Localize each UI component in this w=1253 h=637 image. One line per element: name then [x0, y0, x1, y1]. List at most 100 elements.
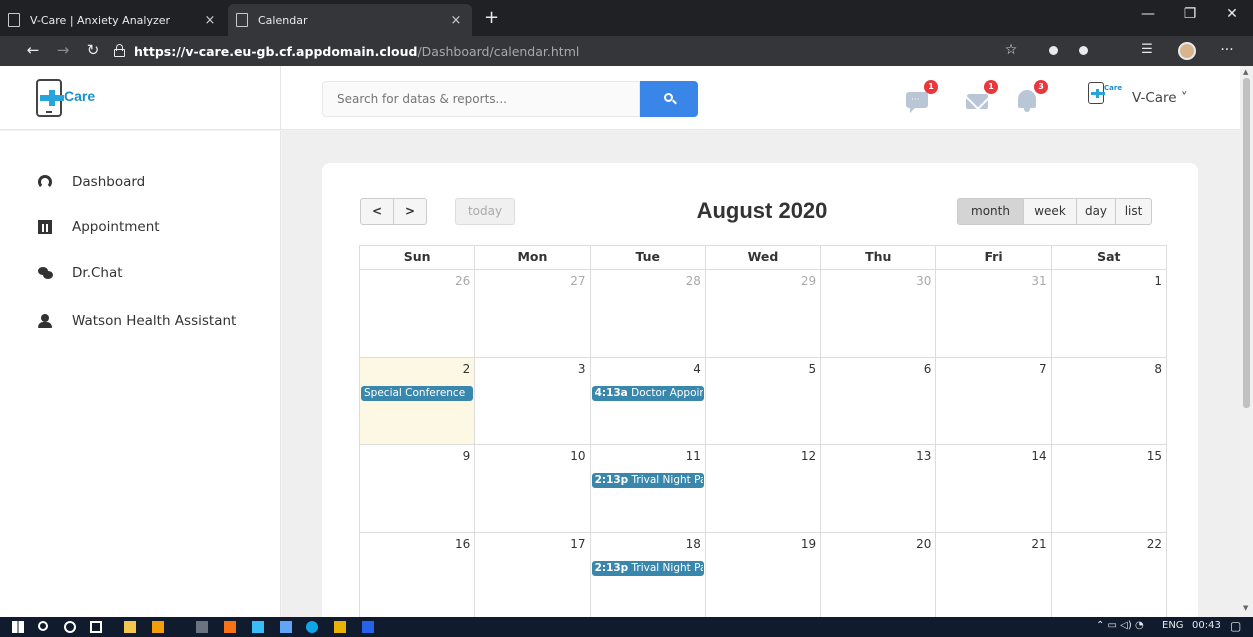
page-scrollbar[interactable]: ▲ ▼	[1240, 66, 1253, 617]
day-cell[interactable]: 1	[1051, 270, 1167, 358]
browser-tab-anxiety-analyzer[interactable]: V-Care | Anxiety Analyzer ×	[0, 4, 226, 36]
browser-tab-calendar[interactable]: Calendar ×	[228, 4, 472, 36]
day-cell[interactable]: 9	[360, 445, 476, 533]
app-icon-orange[interactable]	[224, 621, 236, 633]
day-cell[interactable]: 7	[936, 357, 1052, 445]
tab-title: V-Care | Anxiety Analyzer	[30, 13, 171, 27]
tab-close-icon[interactable]: ×	[448, 13, 464, 28]
view-day-button[interactable]: day	[1076, 198, 1116, 225]
day-cell[interactable]: 11 2:13p Trival Night Party	[590, 445, 706, 533]
cortana-icon[interactable]	[64, 621, 76, 633]
calendar-event[interactable]: 2:13p Trival Night Party	[591, 473, 704, 488]
restore-icon[interactable]: ❐	[1170, 6, 1210, 22]
more-menu-icon[interactable]: ···	[1216, 42, 1238, 60]
prev-month-button[interactable]: <	[360, 198, 394, 225]
scroll-down-icon[interactable]: ▼	[1243, 604, 1248, 612]
weekday-header-1: Mon	[475, 246, 591, 270]
profile-menu[interactable]: Care V-Care ˅	[1088, 82, 1228, 114]
today-button[interactable]: today	[455, 198, 515, 225]
store-icon[interactable]	[124, 621, 136, 633]
search-input[interactable]	[322, 81, 640, 117]
close-window-icon[interactable]: ✕	[1212, 6, 1252, 22]
day-cell[interactable]: 6	[821, 357, 937, 445]
sidebar-item-appointment[interactable]: Appointment	[38, 216, 160, 238]
day-cell[interactable]: 18 2:13p Trival Night Party	[591, 532, 706, 617]
terminal-icon[interactable]	[196, 621, 208, 633]
scroll-up-icon[interactable]: ▲	[1243, 68, 1248, 76]
day-cell[interactable]: 26	[360, 270, 476, 358]
day-cell[interactable]: 8	[1051, 357, 1167, 445]
extension-icon-2[interactable]	[1072, 42, 1094, 60]
tab-close-icon[interactable]: ×	[202, 13, 218, 28]
mail-button[interactable]: 1	[966, 80, 998, 112]
language-indicator[interactable]: ENG	[1162, 620, 1184, 631]
day-number: 29	[800, 274, 817, 288]
day-cell[interactable]: 12	[705, 445, 822, 533]
calendar-event[interactable]: 4:13a Doctor Appointment	[591, 385, 704, 401]
day-cell[interactable]: 22	[1052, 532, 1167, 617]
dashboard-icon	[38, 175, 52, 189]
windows-start-icon[interactable]	[12, 621, 24, 633]
taskbar-clock[interactable]: 00:43	[1192, 620, 1221, 631]
tray-icons[interactable]: ⌃ ▭ ◁) ◔	[1096, 620, 1144, 631]
word-icon[interactable]	[362, 621, 374, 633]
next-month-button[interactable]: >	[393, 198, 427, 225]
mail-app-icon[interactable]	[280, 621, 292, 633]
notification-center-icon[interactable]: ▢	[1230, 619, 1241, 633]
day-number: 11	[685, 449, 701, 463]
back-icon[interactable]: ←	[22, 41, 44, 59]
scroll-thumb[interactable]	[1243, 78, 1250, 408]
day-cell[interactable]: 2 Special Conference	[360, 357, 476, 445]
view-month-button[interactable]: month	[957, 198, 1024, 225]
url-field[interactable]: https://v-care.eu-gb.cf.appdomain.cloud/…	[134, 44, 579, 59]
minimize-icon[interactable]: —	[1128, 6, 1168, 22]
day-cell[interactable]: 15	[1051, 445, 1167, 533]
logo[interactable]: Care	[0, 66, 281, 130]
day-cell[interactable]: 16	[360, 532, 476, 617]
calendar-event[interactable]: Special Conference	[361, 385, 474, 401]
forward-icon[interactable]: →	[52, 41, 74, 59]
day-cell[interactable]: 14	[936, 445, 1052, 533]
search-button[interactable]	[640, 81, 698, 117]
refresh-icon[interactable]: ↻	[82, 41, 104, 59]
search-taskbar-icon[interactable]	[38, 621, 48, 631]
day-cell[interactable]: 20	[821, 532, 937, 617]
calendar-event[interactable]: 2:13p Trival Night Party	[591, 560, 704, 576]
day-cell[interactable]: 10	[475, 445, 591, 533]
day-cell[interactable]: 28	[590, 270, 706, 358]
favorite-star-icon[interactable]: ☆	[1000, 42, 1022, 60]
app-icon-yellow[interactable]	[152, 621, 164, 633]
day-cell[interactable]: 27	[475, 270, 591, 358]
day-cell[interactable]: 13	[821, 445, 937, 533]
day-cell[interactable]: 3	[475, 357, 591, 445]
day-cell[interactable]: 30	[821, 270, 937, 358]
task-view-icon[interactable]	[90, 621, 102, 633]
file-explorer-icon[interactable]	[334, 621, 346, 633]
sidebar-item-dashboard[interactable]: Dashboard	[38, 171, 145, 193]
edge-browser-icon[interactable]	[306, 621, 318, 633]
day-cell[interactable]: 4 4:13a Doctor Appointment	[590, 357, 706, 445]
day-number: 21	[1031, 536, 1047, 551]
profile-avatar[interactable]	[1176, 42, 1198, 60]
app-icon-blue[interactable]	[252, 621, 264, 633]
day-cell[interactable]: 19	[706, 532, 822, 617]
sidebar-item-dr-chat[interactable]: Dr.Chat	[38, 262, 123, 284]
day-cell[interactable]: 5	[705, 357, 822, 445]
weekday-header-3: Wed	[705, 246, 822, 270]
new-tab-button[interactable]: +	[484, 8, 499, 28]
notifications-button[interactable]: 3	[1016, 80, 1048, 112]
day-number: 5	[808, 361, 817, 376]
day-cell[interactable]: 31	[936, 270, 1052, 358]
weekday-header-4: Thu	[821, 246, 937, 270]
favorites-icon[interactable]: ☰	[1136, 42, 1158, 60]
day-cell[interactable]: 21	[936, 532, 1052, 617]
view-week-button[interactable]: week	[1023, 198, 1077, 225]
sidebar-item-watson-health-assistant[interactable]: Watson Health Assistant	[38, 310, 236, 332]
day-number: 12	[800, 449, 817, 463]
extension-icon[interactable]	[1042, 42, 1064, 60]
windows-taskbar: ⌃ ▭ ◁) ◔ ENG 00:43 ▢	[0, 617, 1253, 637]
messages-button[interactable]: ··· 1	[906, 80, 938, 113]
day-cell[interactable]: 29	[705, 270, 822, 358]
day-cell[interactable]: 17	[475, 532, 591, 617]
view-list-button[interactable]: list	[1115, 198, 1152, 225]
